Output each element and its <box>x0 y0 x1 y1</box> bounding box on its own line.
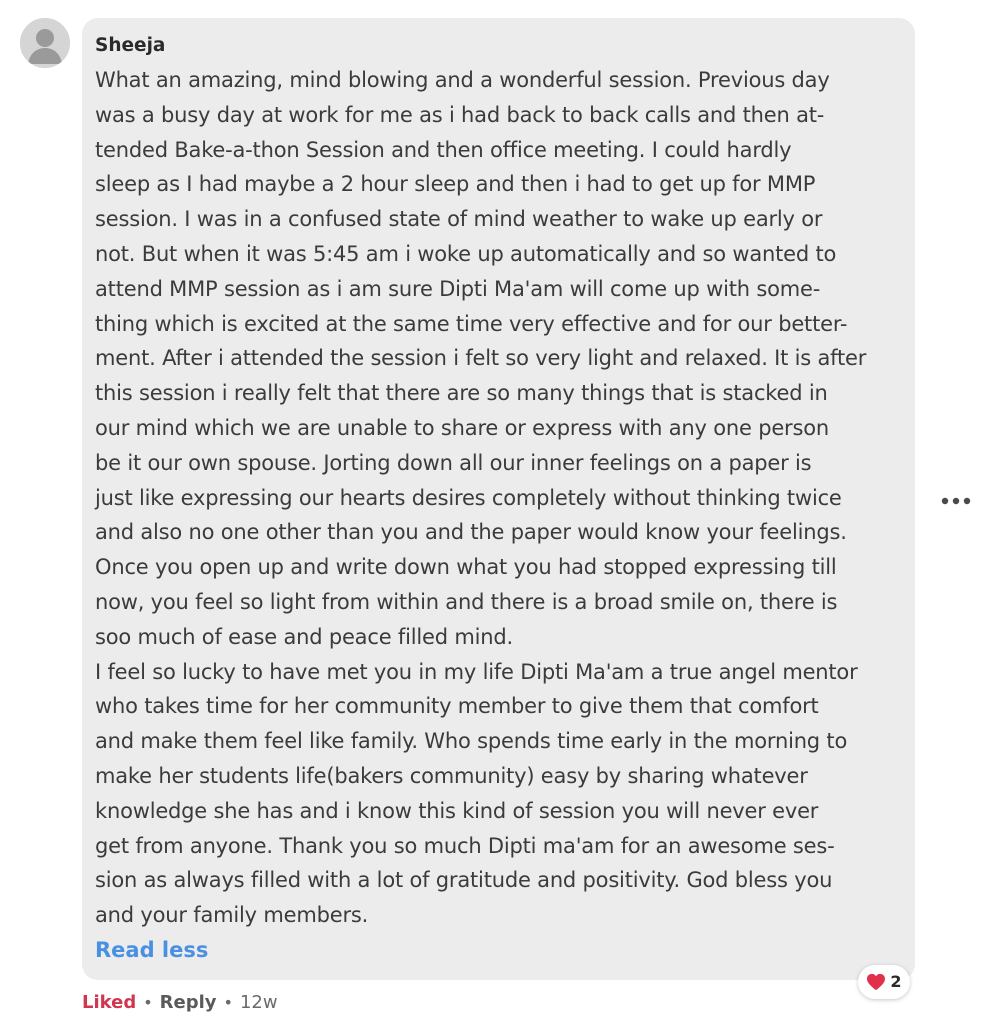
comment-line: sion as always filled with a lot of grat… <box>95 868 833 893</box>
reaction-summary[interactable]: 2 <box>858 965 910 999</box>
comment-line: What an amazing, mind blowing and a wond… <box>95 68 830 92</box>
separator-dot: • <box>223 993 233 1012</box>
comment-line: and make them feel like family. Who spen… <box>95 729 848 754</box>
comment-line: I feel so lucky to have met you in my li… <box>95 659 858 684</box>
comment-line: make her students life(bakers community)… <box>95 763 808 788</box>
comment-line: was a busy day at work for me as i had b… <box>95 102 825 127</box>
comment-line: not. But when it was 5:45 am i woke up a… <box>95 241 837 266</box>
heart-icon <box>866 973 886 991</box>
separator-dot: • <box>143 993 153 1012</box>
comment-line: and your family members. <box>95 903 369 928</box>
default-user-avatar-icon <box>20 18 70 68</box>
comment-line: tended Bake-a-thon Session and then offi… <box>95 137 792 162</box>
comment-author[interactable]: Sheeja <box>95 34 905 58</box>
comment-line: Once you open up and write down what you… <box>95 555 837 580</box>
comment-age: 12w <box>239 992 278 1013</box>
more-horizontal-icon <box>941 497 971 505</box>
comment-line: who takes time for her community member … <box>95 694 819 719</box>
comment-line: our mind which we are unable to share or… <box>95 415 829 440</box>
comment-actions: Liked • Reply • 12w <box>82 990 278 1016</box>
like-button[interactable]: Liked <box>82 990 136 1016</box>
read-less-link[interactable]: Read less <box>95 933 208 968</box>
comment-line: get from anyone. Thank you so much Dipti… <box>95 833 835 858</box>
comment-body: What an amazing, mind blowing and a wond… <box>95 63 905 933</box>
comment-line: just like expressing our hearts desires … <box>95 485 842 510</box>
comment-line: knowledge she has and i know this kind o… <box>95 798 819 823</box>
comment-line: attend MMP session as i am sure Dipti Ma… <box>95 276 821 301</box>
comment-line: thing which is excited at the same time … <box>95 311 848 336</box>
reaction-count: 2 <box>890 972 902 991</box>
more-options-button[interactable] <box>936 486 976 516</box>
comment-line: and also no one other than you and the p… <box>95 520 847 545</box>
comment-line: this session i really felt that there ar… <box>95 381 828 406</box>
comment-bubble: Sheeja What an amazing, mind blowing and… <box>82 18 915 980</box>
comment-line: be it our own spouse. Jorting down all o… <box>95 450 812 475</box>
comment-line: sleep as I had maybe a 2 hour sleep and … <box>95 172 816 197</box>
comment-line: soo much of ease and peace filled mind. <box>95 624 513 649</box>
comment-line: session. I was in a confused state of mi… <box>95 207 823 232</box>
comment-line: ment. After i attended the session i fel… <box>95 346 867 371</box>
avatar[interactable] <box>20 18 70 68</box>
reply-button[interactable]: Reply <box>160 990 217 1016</box>
comment-line: now, you feel so light from within and t… <box>95 589 838 614</box>
